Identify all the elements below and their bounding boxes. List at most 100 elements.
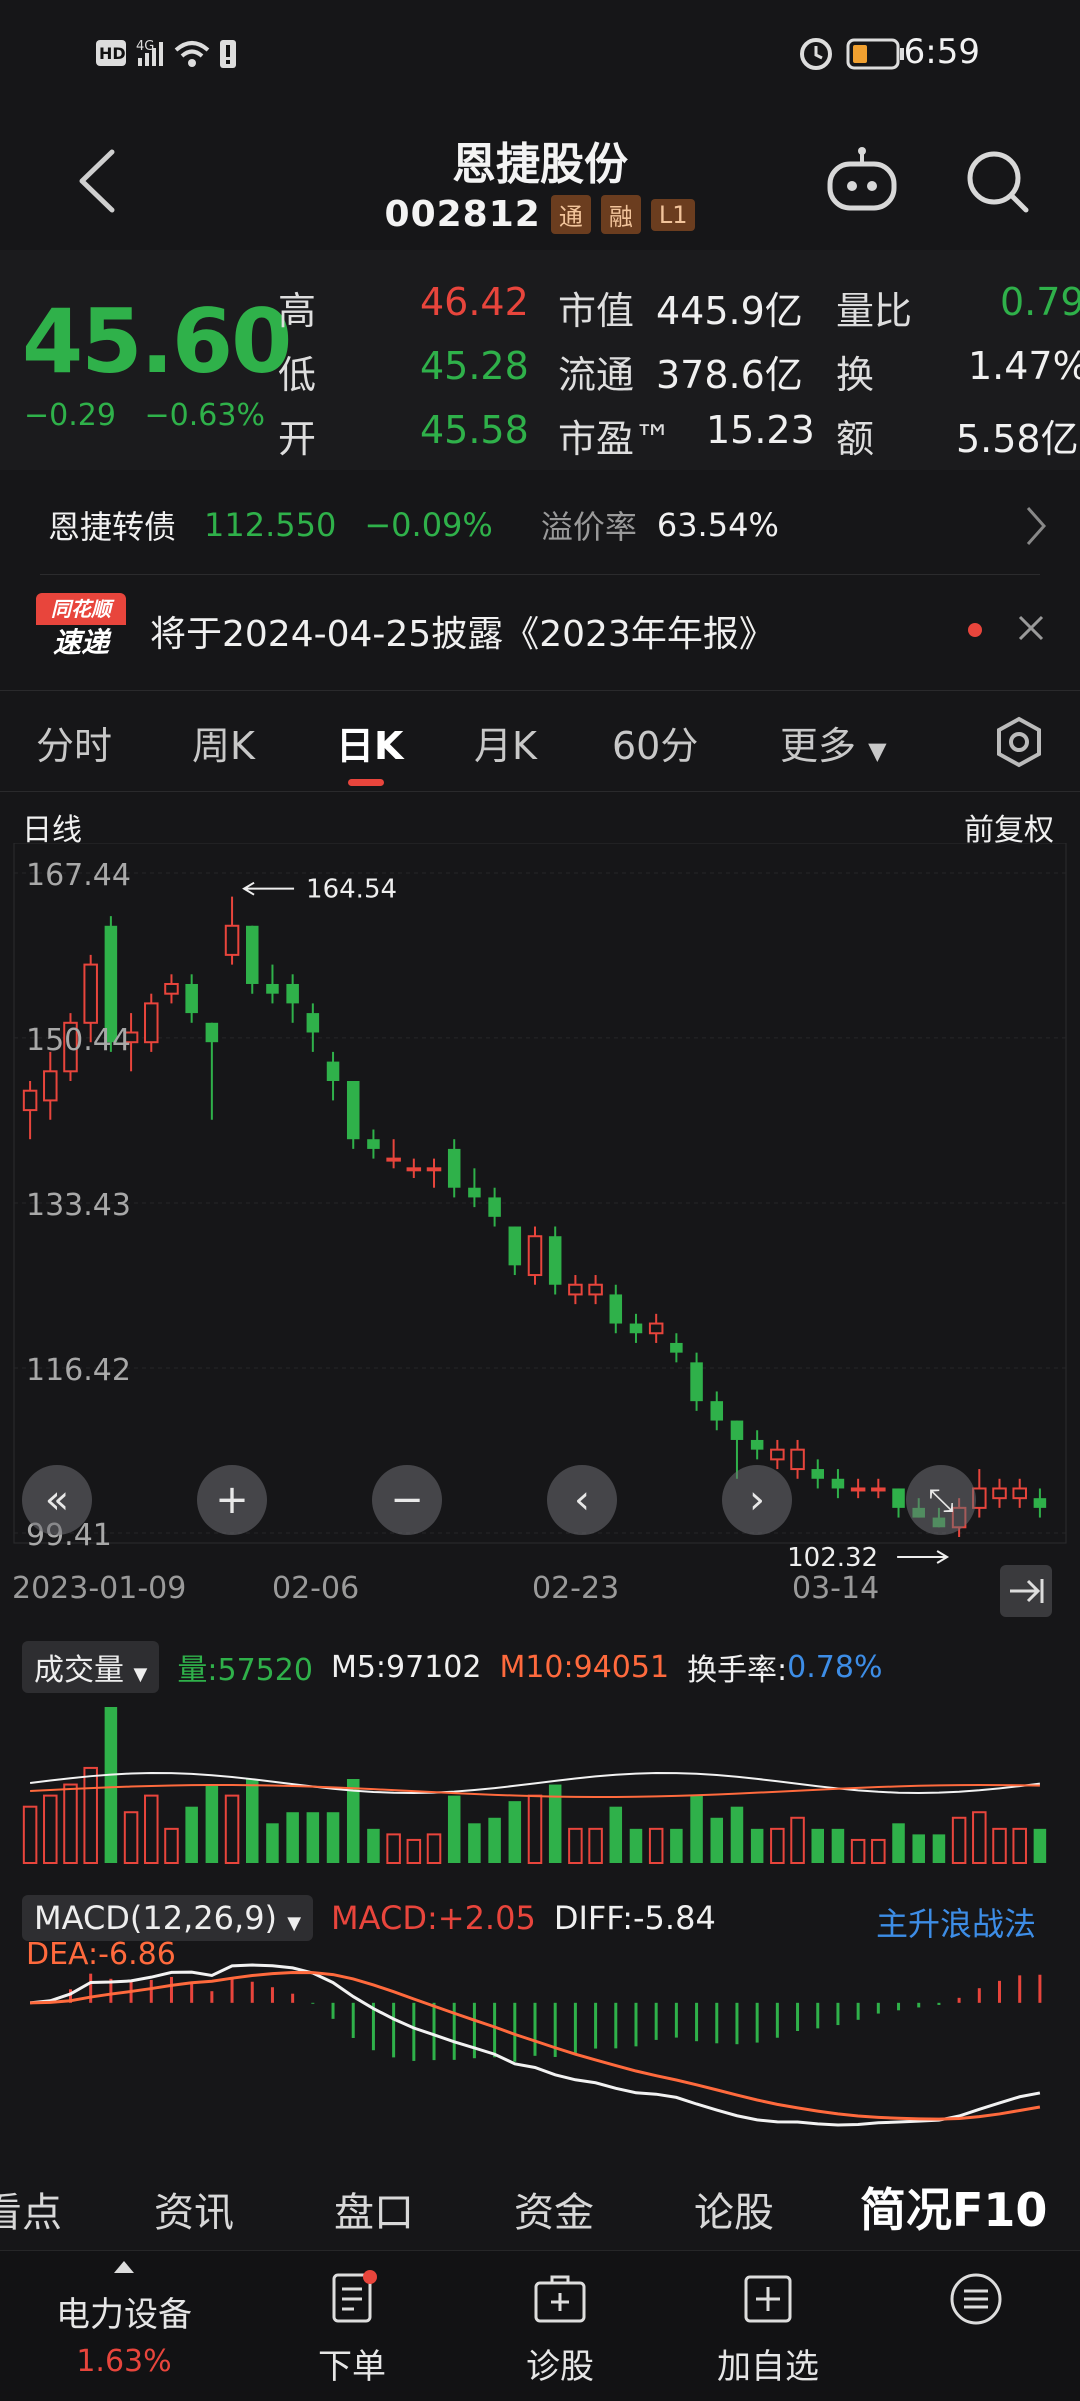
tab-f10[interactable]: 简况F10 <box>860 2174 1047 2240</box>
chevron-down-icon: ▼ <box>133 1664 148 1685</box>
price-tick-label: 150.44 <box>26 1023 131 1058</box>
mktcap-value: 445.9亿 <box>656 289 803 333</box>
tab-60min[interactable]: 60分 <box>612 715 698 770</box>
diagnose-button[interactable]: 诊股 <box>460 2269 660 2388</box>
candle-body <box>670 1342 683 1353</box>
period-tabs: 分时 周K 日K 月K 60分 更多 ▼ <box>0 690 1080 792</box>
order-icon <box>332 2270 377 2323</box>
candle-body <box>811 1469 825 1479</box>
change-percent: −0.63% <box>144 398 265 433</box>
add-watchlist-button[interactable]: 加自选 <box>668 2269 868 2388</box>
badge-top: 同花顺 <box>36 593 126 625</box>
candle-body <box>83 963 98 1024</box>
diagnose-label: 诊股 <box>526 2347 594 2387</box>
tab-orderbook[interactable]: 盘口 <box>334 2180 414 2238</box>
jump-to-latest-button[interactable] <box>1000 1565 1052 1617</box>
candle-body <box>1033 1498 1047 1508</box>
tab-more[interactable]: 更多 ▼ <box>780 715 887 770</box>
clock: 6:59 <box>903 32 980 72</box>
volume-bar <box>527 1794 543 1864</box>
tab-intraday[interactable]: 分时 <box>36 715 112 770</box>
tab-funds[interactable]: 资金 <box>514 2180 594 2238</box>
order-button[interactable]: 下单 <box>252 2269 452 2388</box>
volume-bar <box>770 1827 785 1865</box>
chevron-right-icon[interactable] <box>1024 504 1048 548</box>
candle-body <box>629 1323 643 1334</box>
tag-rong[interactable]: 融 <box>600 195 641 234</box>
date-tick-3: 03-14 <box>792 1571 880 1606</box>
volume-bar <box>286 1812 299 1863</box>
sector-name: 电力设备 <box>56 2295 192 2335</box>
candle-body <box>850 1487 866 1492</box>
volume-bar <box>306 1812 320 1863</box>
candle-body <box>588 1283 603 1296</box>
close-icon[interactable] <box>1016 613 1046 643</box>
candle-body <box>386 1157 401 1162</box>
convertible-bond-row[interactable]: 恩捷转债 112.550 −0.09% 溢价率 63.54% <box>0 480 1080 575</box>
bond-info: 恩捷转债 112.550 −0.09% 溢价率 63.54% <box>48 502 779 548</box>
tab-daily[interactable]: 日K <box>336 715 403 770</box>
volume-bar <box>1033 1828 1047 1863</box>
price-change: −0.29 −0.63% <box>24 398 265 433</box>
candle-body <box>871 1487 886 1492</box>
macd-header: MACD(12,26,9) ▼ MACD:+2.05 DIFF:-5.84 <box>22 1895 716 1941</box>
volume-bar <box>710 1817 724 1863</box>
diagnose-icon <box>534 2275 586 2323</box>
high-value: 46.42 <box>420 280 529 324</box>
volume-selector[interactable]: 成交量 ▼ <box>22 1641 160 1693</box>
volume-bar <box>326 1812 340 1863</box>
tab-more-label: 更多 <box>780 724 857 768</box>
tag-tong[interactable]: 通 <box>550 195 591 234</box>
search-icon[interactable] <box>962 146 1032 216</box>
zoom-in-button[interactable]: + <box>197 1465 267 1535</box>
premium-label: 溢价率 <box>540 508 637 546</box>
volume-bar <box>205 1784 219 1863</box>
scroll-left-button[interactable]: ‹ <box>547 1465 617 1535</box>
volume-bar <box>629 1828 643 1863</box>
tab-news[interactable]: 资讯 <box>154 2180 234 2238</box>
candle-body <box>609 1294 623 1324</box>
tab-monthly[interactable]: 月K <box>474 715 537 770</box>
stock-header: 恩捷股份 002812 通 融 L1 <box>0 110 1080 250</box>
menu-button[interactable] <box>876 2269 1076 2333</box>
volume-bar <box>670 1828 683 1863</box>
volume-bar <box>690 1795 703 1863</box>
tab-forum[interactable]: 论股 <box>694 2180 774 2238</box>
volume-header: 成交量 ▼ 量:57520 M5:97102 M10:94051 换手率: 0.… <box>22 1641 882 1693</box>
scroll-right-button[interactable]: › <box>722 1465 792 1535</box>
tab-highlights[interactable]: 看点 <box>0 2180 62 2238</box>
macd-selector[interactable]: MACD(12,26,9) ▼ <box>22 1895 314 1941</box>
settings-icon[interactable] <box>992 715 1046 769</box>
volume-bar <box>892 1823 905 1863</box>
turnover-label: 换 <box>836 353 875 397</box>
volume-bar <box>224 1794 240 1864</box>
fullscreen-button[interactable]: ⤡ <box>906 1465 976 1535</box>
volume-bar <box>508 1801 522 1863</box>
volume-bar <box>185 1806 198 1863</box>
volume-bar <box>932 1834 946 1863</box>
volume-bar <box>850 1838 866 1865</box>
sector-button[interactable]: 电力设备 1.63% <box>24 2261 224 2379</box>
notice-row[interactable]: 同花顺 速递 将于2024-04-25披露《2023年年报》 <box>0 575 1080 685</box>
rewind-button[interactable]: « <box>22 1465 92 1535</box>
tab-weekly[interactable]: 周K <box>192 715 255 770</box>
strategy-link[interactable]: 主升浪战法 <box>876 1899 1036 1945</box>
candle-body <box>468 1187 481 1198</box>
candle-body <box>367 1139 380 1149</box>
robot-assistant-icon[interactable] <box>824 146 900 216</box>
zoom-out-button[interactable]: − <box>372 1465 442 1535</box>
change-value: −0.29 <box>24 398 116 433</box>
candle-body <box>831 1478 845 1489</box>
add-icon <box>744 2275 792 2323</box>
volume-bar <box>406 1838 422 1865</box>
volume-ma5-line <box>29 1772 1041 1795</box>
volume-bar <box>992 1827 1007 1865</box>
stock-name: 恩捷股份 <box>452 139 628 190</box>
candle-body <box>266 983 279 994</box>
order-label: 下单 <box>318 2347 386 2387</box>
tag-l1[interactable]: L1 <box>650 198 696 231</box>
candle-body <box>22 1089 38 1112</box>
high-marker-label: 164.54 <box>306 875 397 905</box>
volume-bar <box>609 1806 623 1863</box>
volume-bar <box>63 1783 78 1864</box>
